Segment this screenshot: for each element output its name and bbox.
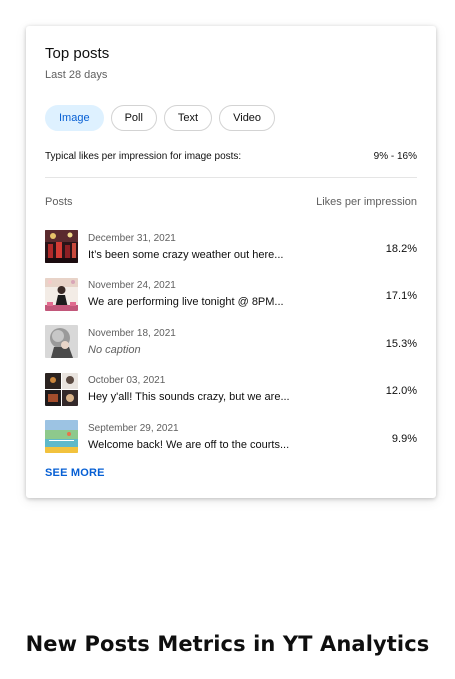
post-info: December 31, 2021 It’s been some crazy w… [88, 233, 386, 261]
chip-poll[interactable]: Poll [110, 105, 157, 131]
headline: New Posts Metrics in YT Analytics [25, 632, 430, 656]
likes-per-impression-value: 17.1% [385, 290, 417, 303]
likes-per-impression-value: 18.2% [385, 242, 417, 255]
post-caption: Hey y'all! This sounds crazy, but we are… [88, 391, 290, 404]
chip-text[interactable]: Text [163, 105, 213, 131]
post-row[interactable]: September 29, 2021 Welcome back! We are … [45, 413, 417, 461]
post-date: November 18, 2021 [88, 327, 176, 339]
post-info: October 03, 2021 Hey y'all! This sounds … [88, 375, 386, 403]
column-header-likes-per-impression: Likes per impression [316, 196, 417, 208]
post-info: November 18, 2021 No caption [88, 328, 386, 356]
chip-video[interactable]: Video [219, 105, 276, 131]
likes-per-impression-value: 9.9% [391, 432, 417, 445]
post-caption: We are performing live tonight @ 8PM... [88, 296, 284, 309]
card-title: Top posts [45, 45, 110, 62]
post-info: September 29, 2021 Welcome back! We are … [88, 423, 392, 451]
post-row[interactable]: November 24, 2021 We are performing live… [45, 271, 417, 319]
post-caption: No caption [88, 343, 141, 356]
likes-per-impression-value: 12.0% [385, 385, 417, 398]
likes-per-impression-value: 15.3% [385, 337, 417, 350]
post-info: November 24, 2021 We are performing live… [88, 280, 386, 308]
column-header-posts: Posts [45, 196, 73, 208]
typical-range-value: 9% - 16% [373, 151, 417, 162]
top-posts-card: Top posts Last 28 days Image Poll Text V… [26, 26, 436, 498]
stage-performer-thumbnail [45, 277, 78, 311]
divider [45, 177, 417, 178]
post-caption: Welcome back! We are off to the courts..… [88, 438, 290, 451]
posts-list: December 31, 2021 It’s been some crazy w… [45, 223, 417, 461]
typical-range-row: Typical likes per impression for image p… [45, 151, 417, 162]
post-date: October 03, 2021 [88, 375, 166, 387]
post-row[interactable]: November 18, 2021 No caption 15.3% [45, 318, 417, 366]
photo-collage-thumbnail [45, 372, 78, 406]
see-more-link[interactable]: SEE MORE [45, 467, 105, 479]
post-date: December 31, 2021 [88, 232, 176, 244]
chip-image[interactable]: Image [45, 105, 104, 131]
post-date: November 24, 2021 [88, 280, 176, 292]
card-subtitle: Last 28 days [45, 69, 108, 81]
post-date: September 29, 2021 [88, 422, 179, 434]
concert-crowd-thumbnail [45, 230, 78, 264]
table-header: Posts Likes per impression [45, 196, 417, 208]
typical-range-label: Typical likes per impression for image p… [45, 151, 242, 162]
post-row[interactable]: October 03, 2021 Hey y'all! This sounds … [45, 366, 417, 414]
portrait-thumbnail [45, 325, 78, 359]
tennis-court-thumbnail [45, 420, 78, 454]
post-type-chips: Image Poll Text Video [45, 105, 276, 131]
post-row[interactable]: December 31, 2021 It’s been some crazy w… [45, 223, 417, 271]
post-caption: It’s been some crazy weather out here... [88, 248, 284, 261]
